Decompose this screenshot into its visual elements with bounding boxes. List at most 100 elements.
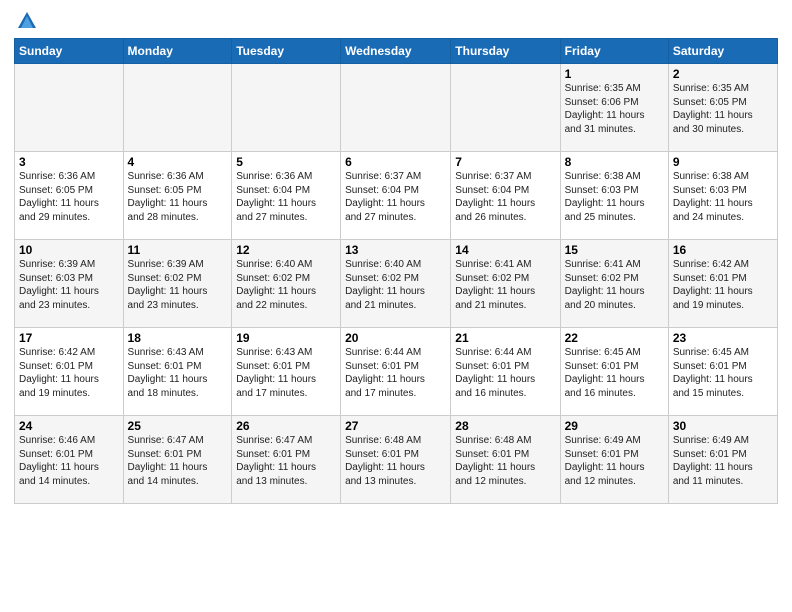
calendar-cell [15, 64, 124, 152]
day-info: Sunrise: 6:42 AM Sunset: 6:01 PM Dayligh… [673, 258, 773, 312]
logo [14, 10, 40, 32]
day-info: Sunrise: 6:44 AM Sunset: 6:01 PM Dayligh… [345, 346, 446, 400]
calendar-table: SundayMondayTuesdayWednesdayThursdayFrid… [14, 38, 778, 504]
calendar-cell: 13Sunrise: 6:40 AM Sunset: 6:02 PM Dayli… [341, 240, 451, 328]
calendar-cell: 20Sunrise: 6:44 AM Sunset: 6:01 PM Dayli… [341, 328, 451, 416]
day-number: 2 [673, 67, 773, 81]
day-number: 27 [345, 419, 446, 433]
calendar-header-row: SundayMondayTuesdayWednesdayThursdayFrid… [15, 39, 778, 64]
day-number: 28 [455, 419, 555, 433]
day-number: 20 [345, 331, 446, 345]
day-info: Sunrise: 6:48 AM Sunset: 6:01 PM Dayligh… [455, 434, 555, 488]
calendar-cell: 2Sunrise: 6:35 AM Sunset: 6:05 PM Daylig… [668, 64, 777, 152]
day-number: 14 [455, 243, 555, 257]
day-info: Sunrise: 6:35 AM Sunset: 6:06 PM Dayligh… [565, 82, 664, 136]
calendar-day-header: Friday [560, 39, 668, 64]
day-number: 24 [19, 419, 119, 433]
day-number: 21 [455, 331, 555, 345]
calendar-cell: 27Sunrise: 6:48 AM Sunset: 6:01 PM Dayli… [341, 416, 451, 504]
calendar-cell: 25Sunrise: 6:47 AM Sunset: 6:01 PM Dayli… [123, 416, 232, 504]
calendar-cell: 8Sunrise: 6:38 AM Sunset: 6:03 PM Daylig… [560, 152, 668, 240]
calendar-cell: 11Sunrise: 6:39 AM Sunset: 6:02 PM Dayli… [123, 240, 232, 328]
calendar-cell: 4Sunrise: 6:36 AM Sunset: 6:05 PM Daylig… [123, 152, 232, 240]
day-info: Sunrise: 6:40 AM Sunset: 6:02 PM Dayligh… [345, 258, 446, 312]
day-info: Sunrise: 6:49 AM Sunset: 6:01 PM Dayligh… [673, 434, 773, 488]
day-number: 12 [236, 243, 336, 257]
day-number: 18 [128, 331, 228, 345]
day-number: 26 [236, 419, 336, 433]
day-number: 22 [565, 331, 664, 345]
day-info: Sunrise: 6:35 AM Sunset: 6:05 PM Dayligh… [673, 82, 773, 136]
calendar-cell: 14Sunrise: 6:41 AM Sunset: 6:02 PM Dayli… [451, 240, 560, 328]
calendar-day-header: Monday [123, 39, 232, 64]
day-info: Sunrise: 6:45 AM Sunset: 6:01 PM Dayligh… [565, 346, 664, 400]
day-info: Sunrise: 6:39 AM Sunset: 6:03 PM Dayligh… [19, 258, 119, 312]
day-number: 19 [236, 331, 336, 345]
calendar-week-row: 24Sunrise: 6:46 AM Sunset: 6:01 PM Dayli… [15, 416, 778, 504]
calendar-cell: 29Sunrise: 6:49 AM Sunset: 6:01 PM Dayli… [560, 416, 668, 504]
day-number: 11 [128, 243, 228, 257]
day-info: Sunrise: 6:36 AM Sunset: 6:04 PM Dayligh… [236, 170, 336, 224]
calendar-week-row: 1Sunrise: 6:35 AM Sunset: 6:06 PM Daylig… [15, 64, 778, 152]
calendar-cell: 21Sunrise: 6:44 AM Sunset: 6:01 PM Dayli… [451, 328, 560, 416]
calendar-cell: 16Sunrise: 6:42 AM Sunset: 6:01 PM Dayli… [668, 240, 777, 328]
calendar-cell [232, 64, 341, 152]
calendar-week-row: 10Sunrise: 6:39 AM Sunset: 6:03 PM Dayli… [15, 240, 778, 328]
calendar-cell [123, 64, 232, 152]
calendar-cell [341, 64, 451, 152]
logo-icon [16, 10, 38, 32]
calendar-day-header: Wednesday [341, 39, 451, 64]
calendar-cell: 26Sunrise: 6:47 AM Sunset: 6:01 PM Dayli… [232, 416, 341, 504]
day-info: Sunrise: 6:38 AM Sunset: 6:03 PM Dayligh… [565, 170, 664, 224]
day-info: Sunrise: 6:43 AM Sunset: 6:01 PM Dayligh… [128, 346, 228, 400]
calendar-cell: 9Sunrise: 6:38 AM Sunset: 6:03 PM Daylig… [668, 152, 777, 240]
calendar-cell: 28Sunrise: 6:48 AM Sunset: 6:01 PM Dayli… [451, 416, 560, 504]
day-info: Sunrise: 6:42 AM Sunset: 6:01 PM Dayligh… [19, 346, 119, 400]
calendar-cell: 30Sunrise: 6:49 AM Sunset: 6:01 PM Dayli… [668, 416, 777, 504]
calendar-day-header: Saturday [668, 39, 777, 64]
day-info: Sunrise: 6:44 AM Sunset: 6:01 PM Dayligh… [455, 346, 555, 400]
calendar-cell: 22Sunrise: 6:45 AM Sunset: 6:01 PM Dayli… [560, 328, 668, 416]
calendar-cell: 3Sunrise: 6:36 AM Sunset: 6:05 PM Daylig… [15, 152, 124, 240]
calendar-cell: 12Sunrise: 6:40 AM Sunset: 6:02 PM Dayli… [232, 240, 341, 328]
day-info: Sunrise: 6:37 AM Sunset: 6:04 PM Dayligh… [345, 170, 446, 224]
day-info: Sunrise: 6:38 AM Sunset: 6:03 PM Dayligh… [673, 170, 773, 224]
day-info: Sunrise: 6:41 AM Sunset: 6:02 PM Dayligh… [565, 258, 664, 312]
day-info: Sunrise: 6:41 AM Sunset: 6:02 PM Dayligh… [455, 258, 555, 312]
calendar-cell: 24Sunrise: 6:46 AM Sunset: 6:01 PM Dayli… [15, 416, 124, 504]
day-number: 9 [673, 155, 773, 169]
calendar-day-header: Sunday [15, 39, 124, 64]
header [14, 10, 778, 32]
day-number: 17 [19, 331, 119, 345]
calendar-cell: 5Sunrise: 6:36 AM Sunset: 6:04 PM Daylig… [232, 152, 341, 240]
day-number: 29 [565, 419, 664, 433]
day-number: 13 [345, 243, 446, 257]
day-info: Sunrise: 6:36 AM Sunset: 6:05 PM Dayligh… [19, 170, 119, 224]
calendar-cell: 7Sunrise: 6:37 AM Sunset: 6:04 PM Daylig… [451, 152, 560, 240]
day-info: Sunrise: 6:36 AM Sunset: 6:05 PM Dayligh… [128, 170, 228, 224]
day-number: 25 [128, 419, 228, 433]
calendar-week-row: 3Sunrise: 6:36 AM Sunset: 6:05 PM Daylig… [15, 152, 778, 240]
day-info: Sunrise: 6:40 AM Sunset: 6:02 PM Dayligh… [236, 258, 336, 312]
day-number: 23 [673, 331, 773, 345]
calendar-cell: 10Sunrise: 6:39 AM Sunset: 6:03 PM Dayli… [15, 240, 124, 328]
day-number: 16 [673, 243, 773, 257]
page-container: SundayMondayTuesdayWednesdayThursdayFrid… [0, 0, 792, 510]
calendar-cell: 23Sunrise: 6:45 AM Sunset: 6:01 PM Dayli… [668, 328, 777, 416]
calendar-cell: 6Sunrise: 6:37 AM Sunset: 6:04 PM Daylig… [341, 152, 451, 240]
day-number: 5 [236, 155, 336, 169]
day-info: Sunrise: 6:46 AM Sunset: 6:01 PM Dayligh… [19, 434, 119, 488]
calendar-cell: 1Sunrise: 6:35 AM Sunset: 6:06 PM Daylig… [560, 64, 668, 152]
day-number: 10 [19, 243, 119, 257]
day-info: Sunrise: 6:37 AM Sunset: 6:04 PM Dayligh… [455, 170, 555, 224]
calendar-cell: 19Sunrise: 6:43 AM Sunset: 6:01 PM Dayli… [232, 328, 341, 416]
day-number: 6 [345, 155, 446, 169]
day-number: 1 [565, 67, 664, 81]
day-info: Sunrise: 6:48 AM Sunset: 6:01 PM Dayligh… [345, 434, 446, 488]
calendar-cell [451, 64, 560, 152]
day-info: Sunrise: 6:47 AM Sunset: 6:01 PM Dayligh… [236, 434, 336, 488]
day-number: 4 [128, 155, 228, 169]
day-info: Sunrise: 6:43 AM Sunset: 6:01 PM Dayligh… [236, 346, 336, 400]
day-info: Sunrise: 6:45 AM Sunset: 6:01 PM Dayligh… [673, 346, 773, 400]
day-number: 3 [19, 155, 119, 169]
